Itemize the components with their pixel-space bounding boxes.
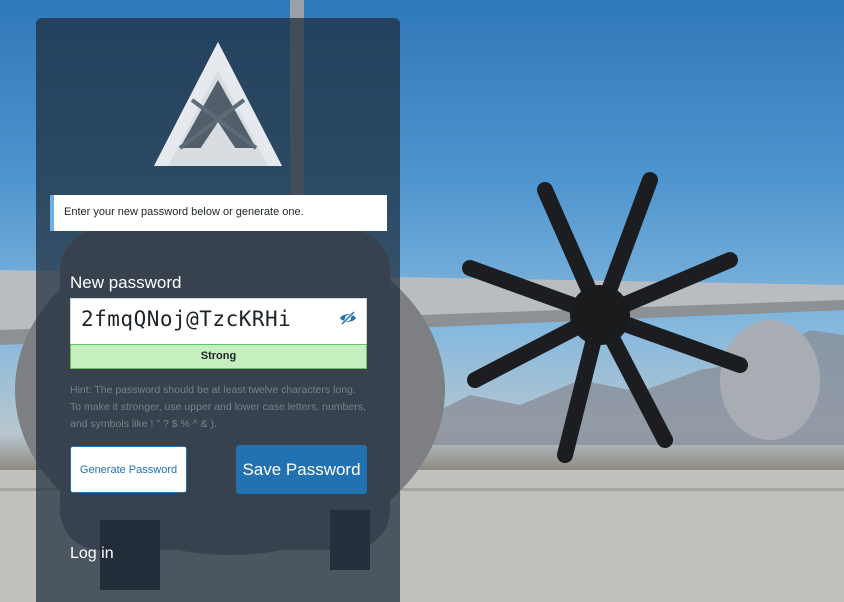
eye-slash-icon [340, 310, 356, 326]
generate-password-button[interactable]: Generate Password [70, 446, 187, 493]
info-message-text: Enter your new password below or generat… [64, 206, 304, 218]
info-message: Enter your new password below or generat… [50, 195, 387, 231]
login-link[interactable]: Log in [70, 545, 114, 563]
password-strength-indicator: Strong [70, 344, 367, 369]
new-password-input[interactable]: 2fmqQNoj@TzcKRHi [81, 307, 291, 331]
hide-password-toggle[interactable] [338, 308, 358, 328]
site-logo-icon [152, 40, 284, 168]
new-password-field[interactable]: 2fmqQNoj@TzcKRHi [70, 298, 367, 344]
new-password-label: New password [70, 273, 182, 292]
password-hint: Hint: The password should be at least tw… [70, 384, 366, 430]
save-password-button[interactable]: Save Password [236, 445, 367, 494]
